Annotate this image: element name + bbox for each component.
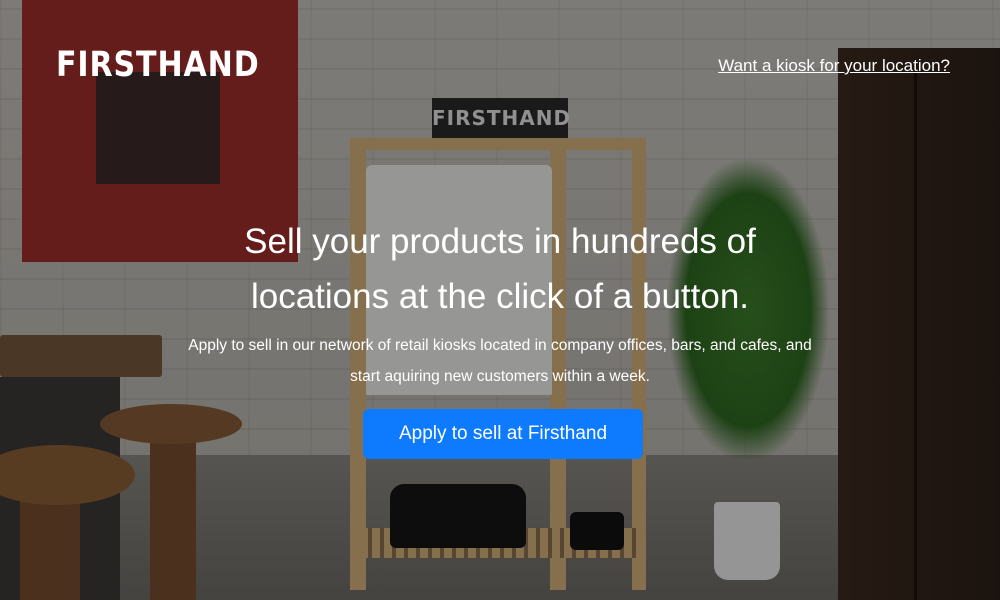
hero-headline-line2: locations at the click of a button.	[250, 277, 750, 316]
hero-headline-line1: Sell your products in hundreds of	[244, 222, 756, 261]
kiosk-request-link[interactable]: Want a kiosk for your location?	[718, 56, 950, 76]
apply-to-sell-button[interactable]: Apply to sell at Firsthand	[363, 409, 643, 459]
hero-subtext: Apply to sell in our network of retail k…	[188, 337, 812, 385]
brand-logo: FIRSTHAND	[56, 45, 260, 85]
hero-headline: Sell your products in hundreds of locati…	[0, 214, 1000, 324]
hero-section: FIRSTHAND FIRSTHAND Want a kiosk for you…	[0, 0, 1000, 600]
